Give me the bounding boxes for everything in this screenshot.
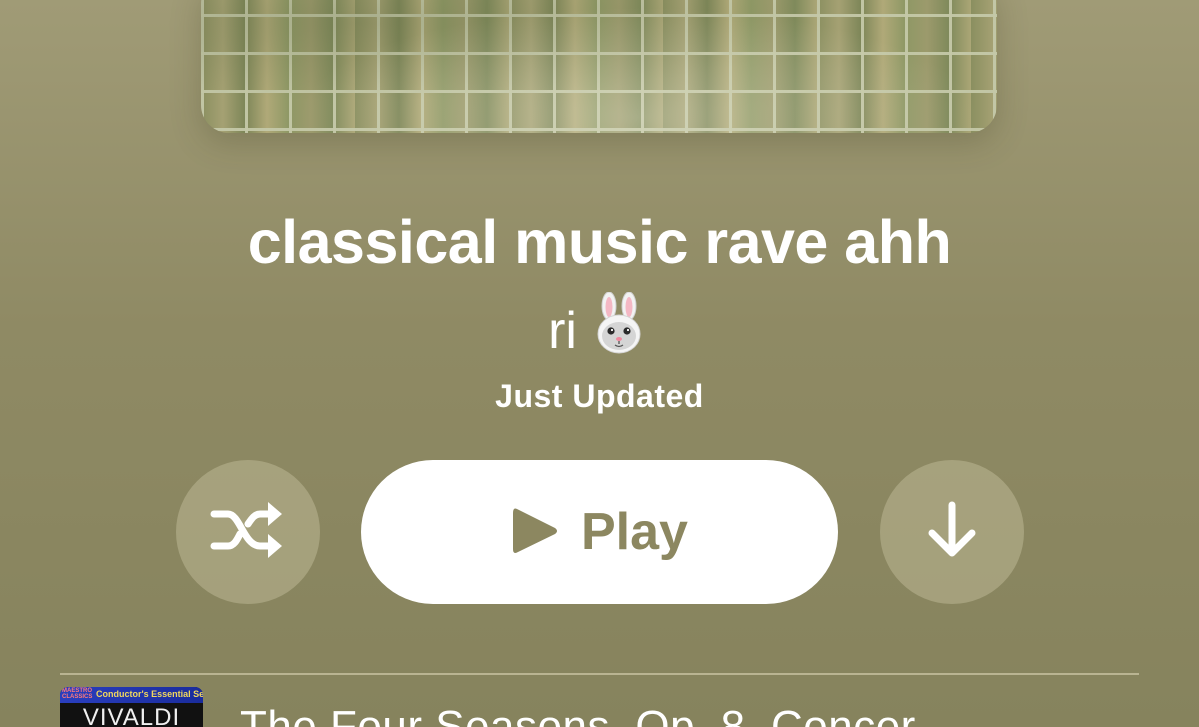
play-button[interactable]: Play: [361, 460, 838, 604]
updated-status: Just Updated: [495, 378, 704, 414]
artwork-label-logo: MAESTRO CLASSICS: [62, 688, 93, 700]
playlist-title: classical music rave ahh: [247, 208, 952, 276]
play-label: Play: [581, 503, 688, 561]
play-icon: [511, 505, 559, 560]
rabbit-face-icon: [587, 291, 651, 372]
artwork-series-text: Conductor's Essential Series: [96, 689, 203, 699]
list-divider: [60, 673, 1139, 675]
artwork-composer-text: VIVALDI: [82, 704, 181, 727]
track-artwork[interactable]: MAESTRO CLASSICS Conductor's Essential S…: [60, 687, 203, 727]
track-title[interactable]: The Four Seasons, Op. 8, Concer: [240, 700, 916, 727]
curator-name: ri: [548, 302, 577, 360]
playlist-artwork: [201, 0, 997, 133]
download-button[interactable]: [880, 460, 1024, 604]
shuffle-button[interactable]: [176, 460, 320, 604]
shuffle-icon: [210, 500, 286, 565]
download-arrow-icon: [927, 501, 977, 564]
playlist-curator[interactable]: ri: [0, 291, 1199, 372]
